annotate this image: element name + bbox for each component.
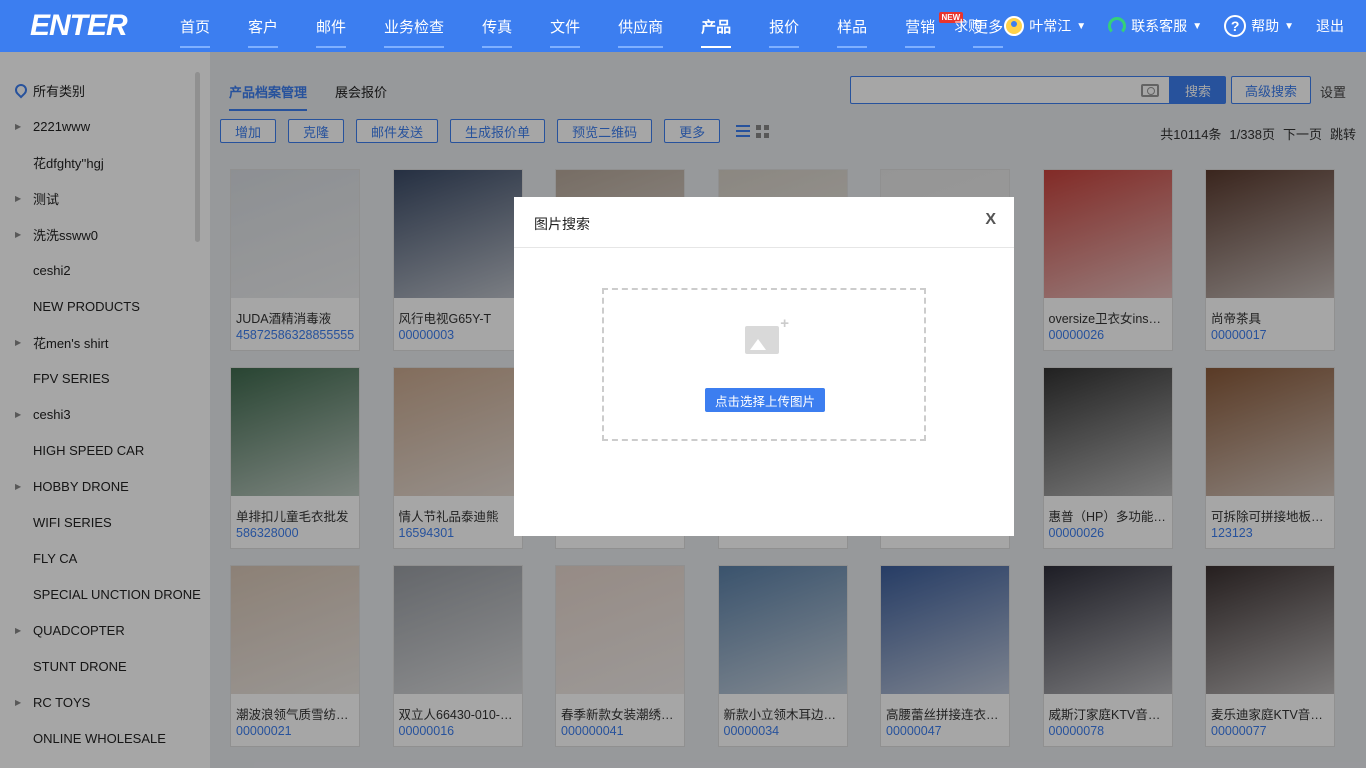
nav-underline bbox=[384, 46, 445, 48]
nav-underline bbox=[701, 46, 732, 48]
close-icon[interactable]: X bbox=[985, 211, 996, 229]
nav-underline bbox=[905, 46, 936, 48]
logo[interactable]: ENTER bbox=[0, 9, 168, 43]
image-search-dialog: 图片搜索 X 点击选择上传图片 bbox=[514, 197, 1014, 536]
logout-link[interactable]: 退出 bbox=[1316, 16, 1344, 36]
nav-item[interactable]: 首页 bbox=[168, 0, 222, 52]
nav-item[interactable]: 文件 bbox=[538, 0, 592, 52]
caret-down-icon: ▼ bbox=[1284, 20, 1294, 32]
nav-item[interactable]: 报价 bbox=[757, 0, 811, 52]
caret-down-icon: ▼ bbox=[1076, 20, 1087, 32]
nav-item[interactable]: 样品 bbox=[825, 0, 879, 52]
dialog-title: 图片搜索 bbox=[534, 216, 590, 232]
upload-image-button[interactable]: 点击选择上传图片 bbox=[705, 388, 825, 412]
nav-item[interactable]: 传真 bbox=[470, 0, 524, 52]
nav-item[interactable]: 营销 NEW bbox=[893, 0, 964, 52]
purchase-link[interactable]: 求购 bbox=[954, 16, 982, 36]
nav-underline bbox=[482, 46, 513, 48]
help-icon: ? bbox=[1224, 15, 1247, 37]
nav-item[interactable]: 邮件 bbox=[304, 0, 358, 52]
nav-underline bbox=[248, 46, 279, 48]
headset-icon bbox=[1108, 17, 1127, 35]
nav-item[interactable]: 客户 bbox=[236, 0, 290, 52]
nav-underline bbox=[769, 46, 800, 48]
caret-down-icon: ▼ bbox=[1192, 20, 1203, 32]
image-dropzone[interactable]: 点击选择上传图片 bbox=[602, 288, 926, 441]
nav-underline bbox=[837, 46, 868, 48]
add-image-icon bbox=[745, 315, 789, 354]
nav-items: 首页 客户 邮件 业务检查 传真 文件 供应商 产品 报价 样品 营销 NEW 更多 bbox=[168, 0, 1029, 52]
top-nav: ENTER 首页 客户 邮件 业务检查 传真 文件 供应商 产品 报价 样品 营销 NEW 更多 求购 … bbox=[0, 0, 1366, 52]
nav-underline bbox=[316, 46, 347, 48]
nav-item[interactable]: 供应商 bbox=[606, 0, 675, 52]
nav-underline bbox=[618, 46, 664, 48]
divider bbox=[514, 247, 1014, 248]
nav-underline bbox=[550, 46, 581, 48]
avatar-icon bbox=[1004, 16, 1025, 36]
nav-item[interactable]: 业务检查 bbox=[372, 0, 456, 52]
nav-right: 求购 叶常江 ▼ 联系客服 ▼ ? 帮助 ▼ 退出 bbox=[954, 0, 1344, 52]
user-name: 叶常江 bbox=[1029, 18, 1072, 34]
nav-underline bbox=[180, 46, 211, 48]
user-menu[interactable]: 叶常江 ▼ bbox=[1004, 16, 1086, 36]
nav-item[interactable]: 产品 bbox=[689, 0, 743, 52]
support-menu[interactable]: 联系客服 ▼ bbox=[1108, 16, 1202, 36]
help-menu[interactable]: ? 帮助 ▼ bbox=[1224, 15, 1294, 37]
